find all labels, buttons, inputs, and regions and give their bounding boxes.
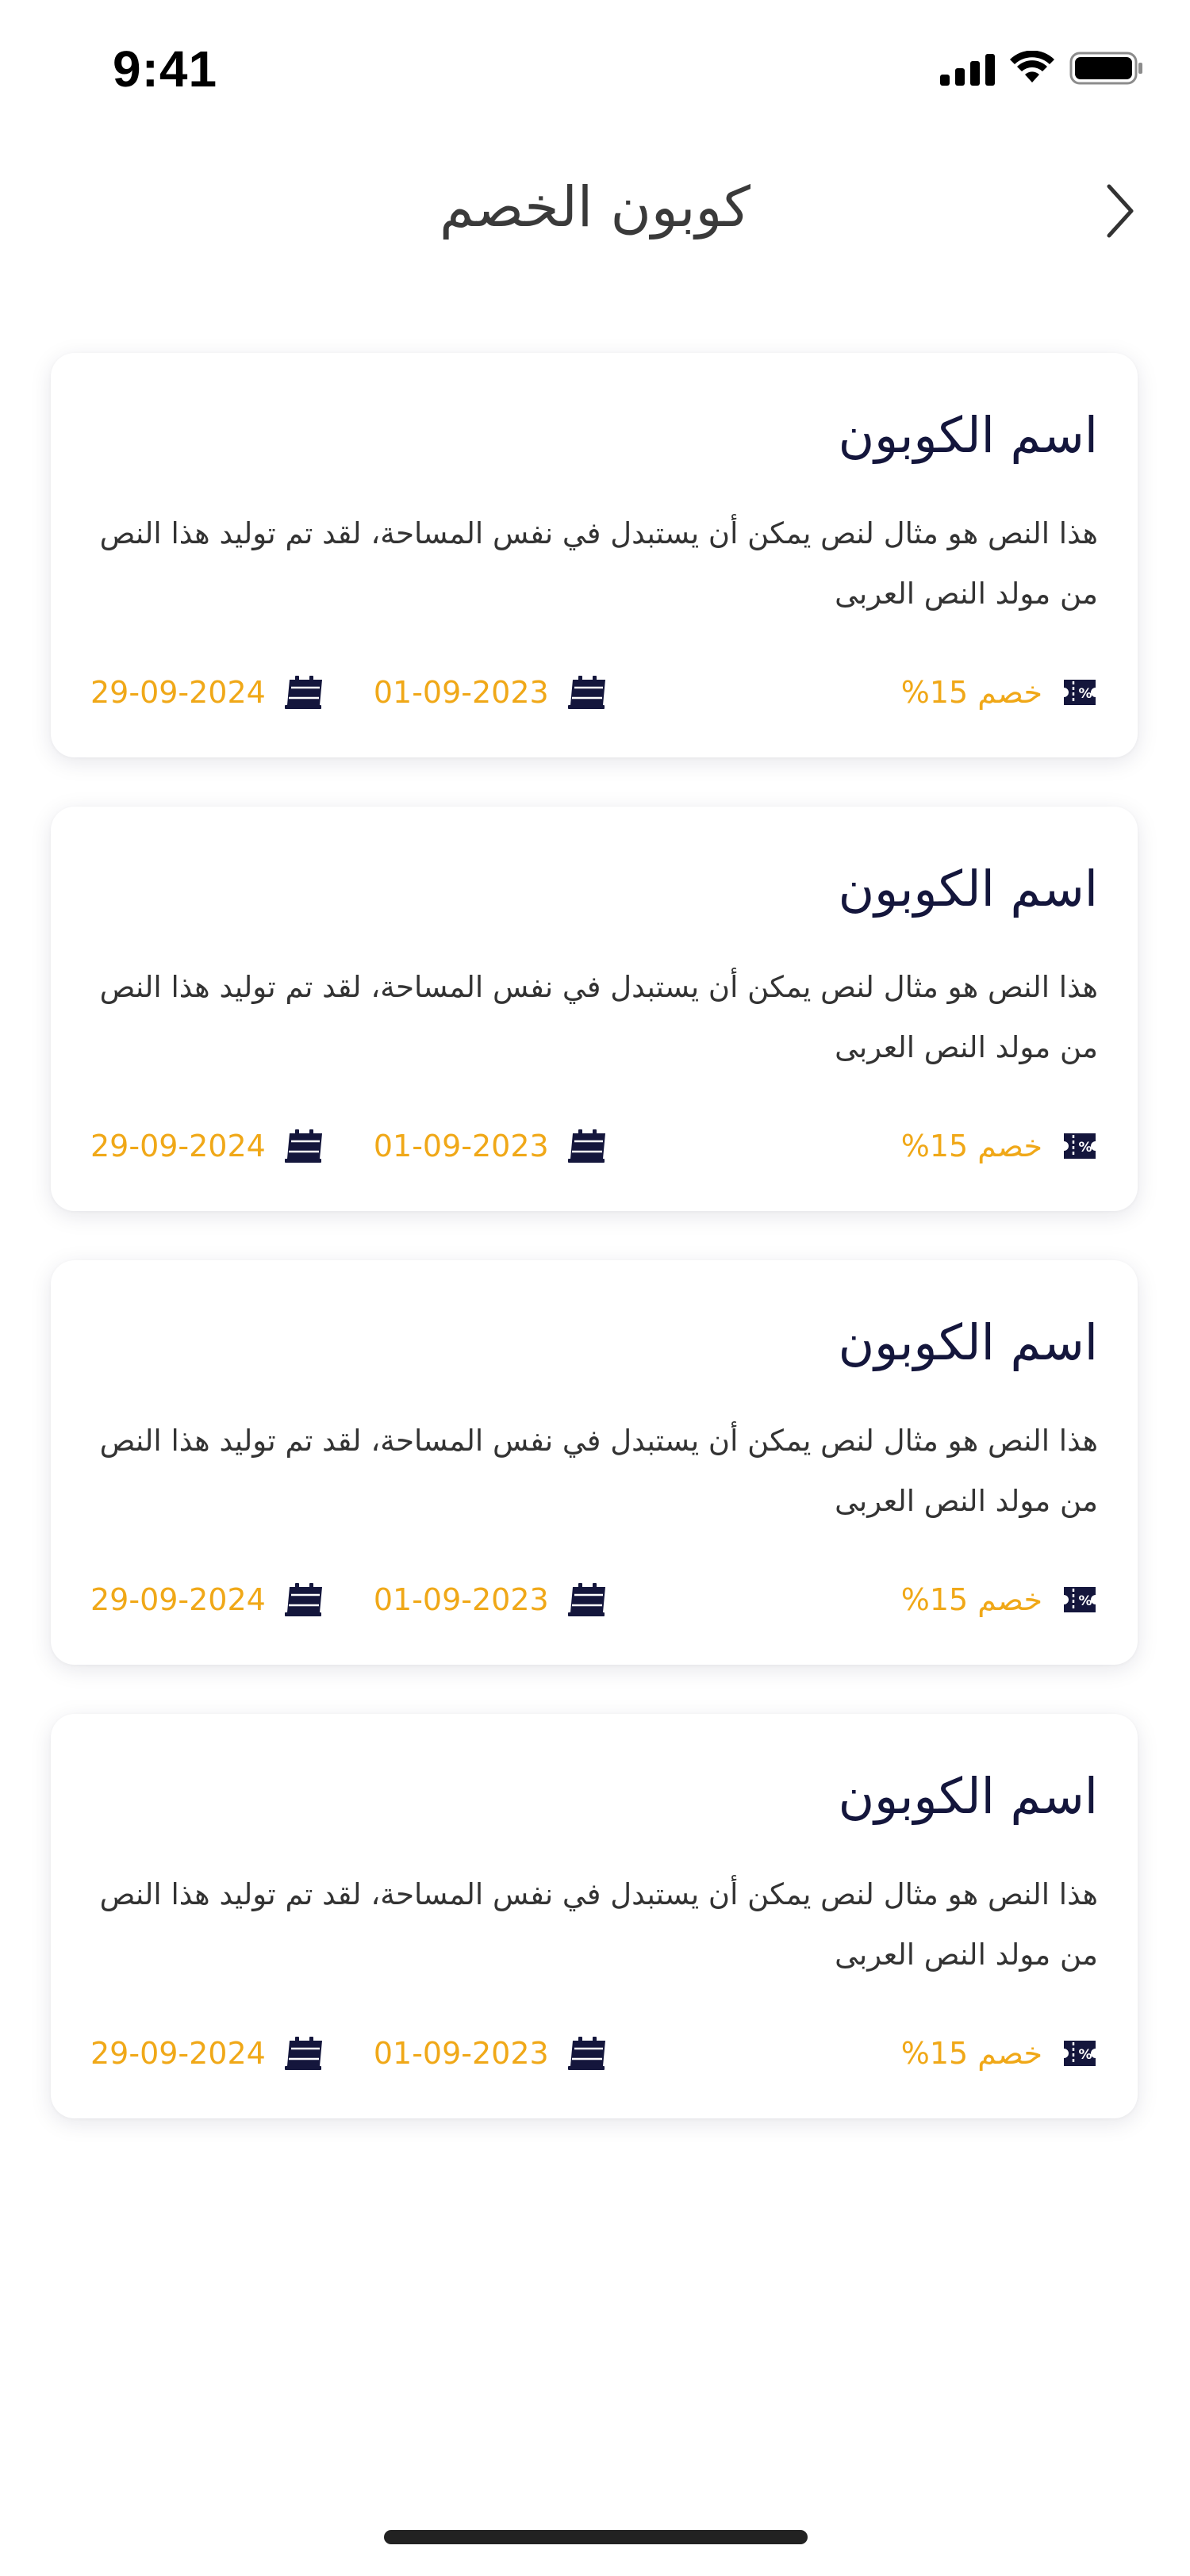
coupon-discount: % خصم 15%: [901, 1582, 1098, 1617]
calendar-icon: [284, 2037, 324, 2070]
discount-label: خصم 15%: [900, 1582, 1042, 1617]
coupon-dates: 29-09-2024 01-09-2023: [90, 1129, 608, 1163]
coupon-discount: % خصم 15%: [901, 2036, 1098, 2071]
start-date: 01-09-2023: [374, 2036, 608, 2071]
end-date: 29-09-2024: [90, 1129, 324, 1163]
discount-label: خصم 15%: [900, 1129, 1042, 1163]
svg-text:%: %: [1078, 1140, 1092, 1156]
coupon-discount: % خصم 15%: [901, 1129, 1098, 1163]
coupon-meta: % خصم 15% 29-09-2024 01-09-2023: [90, 1576, 1098, 1623]
svg-text:%: %: [1078, 2047, 1092, 2063]
calendar-icon: [567, 1583, 608, 1616]
coupon-dates: 29-09-2024 01-09-2023: [90, 675, 608, 710]
coupon-meta: % خصم 15% 29-09-2024 01-09-2023: [90, 669, 1098, 716]
ticket-percent-icon: %: [1061, 677, 1098, 708]
coupon-discount: % خصم 15%: [901, 675, 1098, 710]
coupon-meta: % خصم 15% 29-09-2024 01-09-2023: [90, 2030, 1098, 2077]
ticket-percent-icon: %: [1061, 1584, 1098, 1616]
coupon-name: اسم الكوبون: [838, 406, 1098, 464]
start-date-value: 01-09-2023: [373, 1582, 549, 1617]
wifi-icon: [1010, 51, 1054, 82]
coupon-name: اسم الكوبون: [838, 860, 1098, 918]
coupon-description: هذا النص هو مثال لنص يمكن أن يستبدل في ن…: [99, 516, 1098, 611]
start-date-value: 01-09-2023: [373, 675, 549, 710]
end-date-value: 29-09-2024: [90, 1129, 266, 1163]
coupon-meta: % خصم 15% 29-09-2024 01-09-2023: [90, 1122, 1098, 1170]
calendar-icon: [567, 2037, 608, 2070]
coupon-dates: 29-09-2024 01-09-2023: [90, 2036, 608, 2071]
svg-text:%: %: [1078, 1593, 1092, 1609]
start-date-value: 01-09-2023: [373, 1129, 549, 1163]
ticket-percent-icon: %: [1061, 2037, 1098, 2069]
calendar-icon: [284, 1129, 324, 1163]
calendar-icon: [284, 676, 324, 709]
status-bar: 9:41: [0, 0, 1190, 143]
page-title: كوبون الخصم: [439, 174, 751, 240]
end-date: 29-09-2024: [90, 2036, 324, 2071]
start-date-value: 01-09-2023: [373, 2036, 549, 2071]
end-date-value: 29-09-2024: [90, 1582, 266, 1617]
status-time: 9:41: [113, 40, 218, 98]
start-date: 01-09-2023: [374, 1582, 608, 1617]
start-date: 01-09-2023: [374, 675, 608, 710]
coupon-name: اسم الكوبون: [838, 1313, 1098, 1371]
calendar-icon: [567, 1129, 608, 1163]
calendar-icon: [284, 1583, 324, 1616]
coupon-card[interactable]: اسم الكوبون هذا النص هو مثال لنص يمكن أن…: [51, 1714, 1138, 2118]
end-date: 29-09-2024: [90, 675, 324, 710]
coupon-description: هذا النص هو مثال لنص يمكن أن يستبدل في ن…: [99, 1424, 1098, 1519]
discount-label: خصم 15%: [900, 675, 1042, 710]
header: كوبون الخصم: [0, 159, 1190, 262]
cellular-signal-icon: [940, 51, 995, 86]
ticket-percent-icon: %: [1061, 1130, 1098, 1162]
coupon-list: اسم الكوبون هذا النص هو مثال لنص يمكن أن…: [51, 353, 1138, 2168]
coupon-description: هذا النص هو مثال لنص يمكن أن يستبدل في ن…: [99, 970, 1098, 1065]
status-icons: [940, 51, 1144, 86]
discount-label: خصم 15%: [900, 2036, 1042, 2071]
coupon-card[interactable]: اسم الكوبون هذا النص هو مثال لنص يمكن أن…: [51, 807, 1138, 1211]
back-button[interactable]: [1088, 179, 1152, 243]
start-date: 01-09-2023: [374, 1129, 608, 1163]
coupon-card[interactable]: اسم الكوبون هذا النص هو مثال لنص يمكن أن…: [51, 353, 1138, 757]
end-date-value: 29-09-2024: [90, 675, 266, 710]
end-date-value: 29-09-2024: [90, 2036, 266, 2071]
coupon-dates: 29-09-2024 01-09-2023: [90, 1582, 608, 1617]
end-date: 29-09-2024: [90, 1582, 324, 1617]
battery-icon: [1069, 52, 1142, 85]
home-indicator[interactable]: [384, 2530, 808, 2544]
chevron-right-icon: [1107, 184, 1134, 238]
svg-text:%: %: [1078, 686, 1092, 702]
coupon-description: هذا النص هو مثال لنص يمكن أن يستبدل في ن…: [99, 1877, 1098, 1972]
calendar-icon: [567, 676, 608, 709]
coupon-name: اسم الكوبون: [838, 1767, 1098, 1825]
coupon-card[interactable]: اسم الكوبون هذا النص هو مثال لنص يمكن أن…: [51, 1260, 1138, 1665]
